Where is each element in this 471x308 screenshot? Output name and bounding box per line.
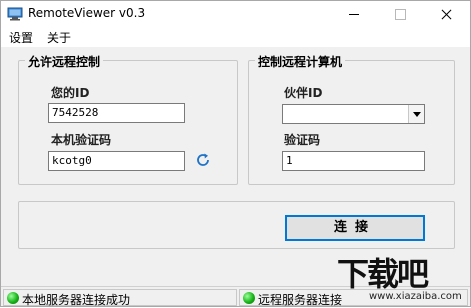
remote-status-text: 远程服务器连接 xyxy=(258,293,343,307)
close-button[interactable] xyxy=(423,1,469,28)
menu-bar: 设置 关于 xyxy=(1,28,470,47)
local-password-label: 本机验证码 xyxy=(51,133,112,147)
maximize-button[interactable] xyxy=(377,1,423,28)
refresh-icon[interactable] xyxy=(195,152,211,168)
verify-code-field[interactable]: 1 xyxy=(282,151,425,171)
local-password-field[interactable]: kcotg0 xyxy=(48,151,185,171)
minimize-button[interactable] xyxy=(331,1,377,28)
local-status-text: 本地服务器连接成功 xyxy=(22,293,131,307)
local-status-pane: 本地服务器连接成功 xyxy=(3,289,237,307)
verify-code-label: 验证码 xyxy=(284,133,321,147)
your-id-field[interactable]: 7542528 xyxy=(48,103,185,123)
status-led-icon xyxy=(7,292,19,304)
chevron-down-icon[interactable] xyxy=(408,105,424,123)
status-led-icon xyxy=(243,292,255,304)
menu-about[interactable]: 关于 xyxy=(47,29,71,46)
menu-settings[interactable]: 设置 xyxy=(9,29,33,46)
title-bar[interactable]: RemoteViewer v0.3 xyxy=(1,1,470,28)
app-icon xyxy=(7,7,23,21)
your-id-label: 您的ID xyxy=(51,86,90,100)
watermark-brand: 下载吧 xyxy=(337,255,429,293)
watermark-logo: 下载吧 www.xiazaiba.com xyxy=(331,247,471,305)
partner-id-dropdown[interactable] xyxy=(282,104,425,124)
partner-id-value xyxy=(283,105,407,123)
app-window: RemoteViewer v0.3 设置 关于 允许远程控制 您的ID 7542… xyxy=(0,0,471,307)
allow-remote-group-title: 允许远程控制 xyxy=(25,53,104,70)
watermark-url: www.xiazaiba.com xyxy=(369,291,462,302)
control-remote-group-title: 控制远程计算机 xyxy=(255,53,346,70)
connect-button[interactable]: 连接 xyxy=(285,215,425,241)
partner-id-label: 伙伴ID xyxy=(284,86,323,100)
window-title: RemoteViewer v0.3 xyxy=(28,6,146,20)
